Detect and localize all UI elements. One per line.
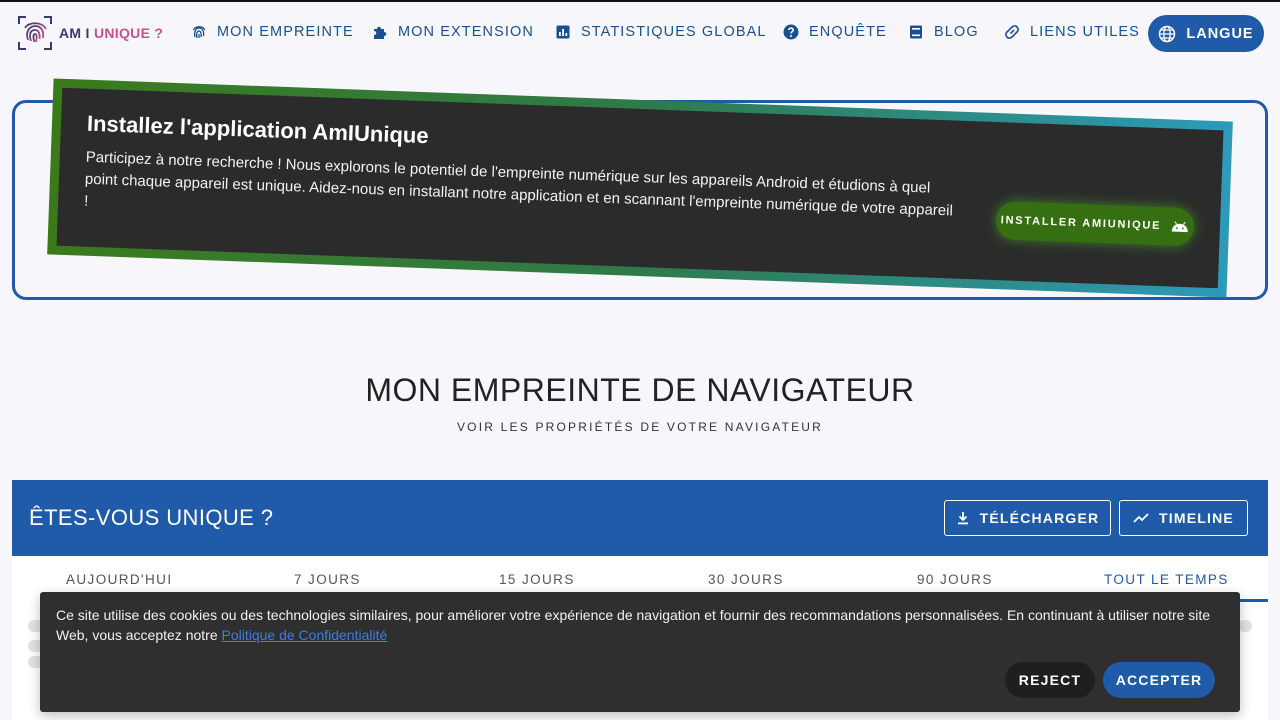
app-promo-content: Installez l'application AmIUnique Partic… [56,87,1224,289]
nav-item-mon-empreinte[interactable]: MON EMPREINTE [191,20,354,44]
cookie-text: Ce site utilise des cookies ou des techn… [56,605,1226,645]
timeline-button[interactable]: TIMELINE [1119,500,1248,536]
cookie-consent-banner: Ce site utilise des cookies ou des techn… [40,592,1240,712]
fingerprint-icon [191,24,207,40]
puzzle-icon [372,24,388,40]
top-navigation: AM I UNIQUE ? MON EMPREINTE MON EXTENSIO… [0,2,1280,64]
nav-item-label: MON EXTENSION [398,24,534,40]
uniqueness-panel-header: ÊTES-VOUS UNIQUE ? TÉLÉCHARGER TIMELINE [12,480,1268,556]
page-subtitle: VOIR LES PROPRIÉTÉS DE VOTRE NAVIGATEUR [456,420,824,434]
help-circle-icon [783,24,799,40]
nav-item-mon-extension[interactable]: MON EXTENSION [372,20,534,44]
install-app-label: INSTALLER AMIUNIQUE [1000,214,1162,233]
tab-all-time[interactable]: TOUT LE TEMPS [1104,572,1229,587]
nav-item-liens-utiles[interactable]: LIENS UTILES [1004,20,1140,44]
nav-item-label: STATISTIQUES GLOBAL [581,24,767,40]
app-promo-title: Installez l'application AmIUnique [86,110,430,149]
timeline-label: TIMELINE [1159,510,1234,526]
install-app-button[interactable]: INSTALLER AMIUNIQUE [995,201,1195,247]
trending-icon [1133,512,1149,524]
nav-item-blog[interactable]: BLOG [908,20,979,44]
book-icon [908,24,924,40]
loading-placeholder [1238,620,1252,632]
accept-cookies-button[interactable]: ACCEPTER [1103,662,1215,698]
tab-7-days[interactable]: 7 JOURS [294,572,361,587]
download-button[interactable]: TÉLÉCHARGER [944,500,1111,536]
logo[interactable]: AM I UNIQUE ? [16,14,163,52]
download-icon [956,511,970,525]
android-icon [1171,220,1189,233]
tab-today[interactable]: AUJOURD'HUI [66,572,172,587]
app-promo-text: Participez à notre recherche ! Nous expl… [83,148,954,220]
tab-15-days[interactable]: 15 JOURS [499,572,575,587]
download-label: TÉLÉCHARGER [979,510,1100,526]
logo-text-part1: AM I [59,25,94,41]
panel-title: ÊTES-VOUS UNIQUE ? [29,505,274,530]
link-icon [1004,24,1020,40]
nav-item-label: BLOG [934,24,979,40]
globe-icon [1158,25,1176,43]
nav-item-statistiques[interactable]: STATISTIQUES GLOBAL [555,20,767,44]
language-label: LANGUE [1186,25,1254,42]
nav-item-enquete[interactable]: ENQUÊTE [783,20,887,44]
tab-90-days[interactable]: 90 JOURS [917,572,993,587]
tab-30-days[interactable]: 30 JOURS [708,572,784,587]
logo-text: AM I UNIQUE ? [59,25,163,41]
nav-item-label: ENQUÊTE [809,24,887,40]
nav-item-label: LIENS UTILES [1030,24,1140,40]
fingerprint-logo-icon [16,14,54,52]
language-button[interactable]: LANGUE [1148,15,1264,52]
bar-chart-icon [555,24,571,40]
privacy-policy-link[interactable]: Politique de Confidentialité [222,627,388,643]
reject-cookies-button[interactable]: REJECT [1005,662,1095,698]
logo-text-part2: UNIQUE ? [93,25,164,41]
nav-item-label: MON EMPREINTE [217,24,354,40]
page-title: MON EMPREINTE DE NAVIGATEUR [365,372,915,408]
